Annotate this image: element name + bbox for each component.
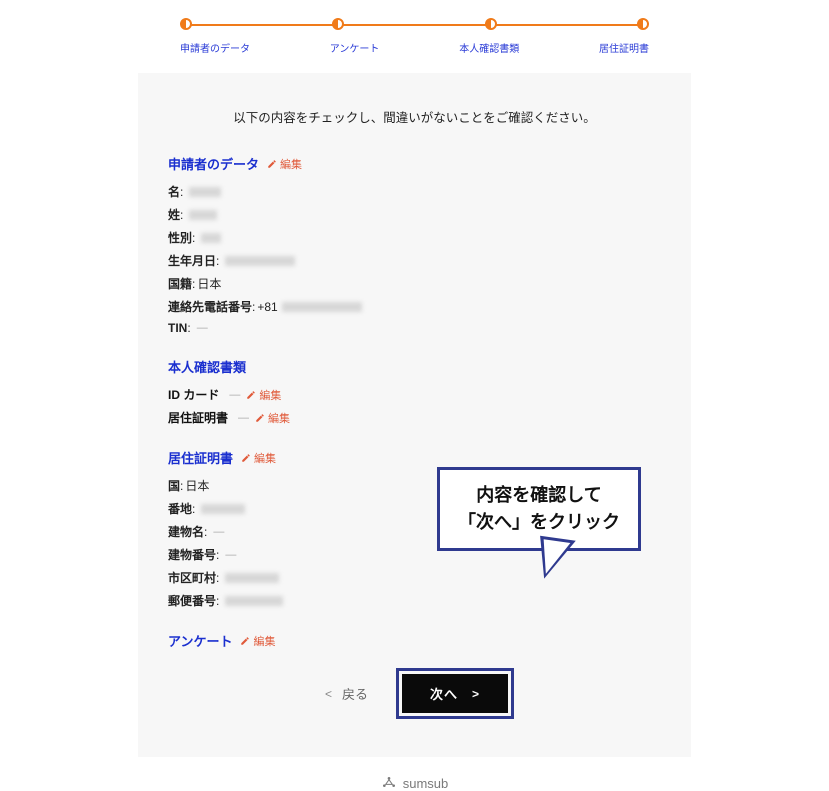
step-label-4: 居住証明書	[599, 40, 649, 55]
phone-prefix: +81	[257, 300, 277, 314]
callout-arrow	[534, 536, 575, 583]
pencil-icon	[255, 413, 265, 423]
identity-section: 本人確認書類 ID カード — 編集 居住証明書 — 編集	[168, 357, 661, 426]
next-button[interactable]: 次へ >	[402, 674, 508, 713]
applicant-title: 申請者のデータ	[168, 154, 259, 173]
name-label: 名	[168, 183, 180, 200]
tin-label: TIN	[168, 321, 187, 335]
pencil-icon	[241, 453, 251, 463]
button-row: < 戻る 次へ >	[168, 668, 661, 719]
step-dot-4	[637, 18, 649, 30]
callout-line1: 内容を確認して	[458, 482, 620, 509]
progress-stepper: 申請者のデータ アンケート 本人確認書類 居住証明書	[0, 0, 829, 55]
country-label: 国	[168, 477, 180, 494]
next-label: 次へ	[430, 684, 458, 703]
edit-id-card-button[interactable]: 編集	[246, 387, 281, 403]
phone-value-redacted	[282, 302, 362, 312]
step-dot-3	[485, 18, 497, 30]
name-value-redacted	[189, 187, 221, 197]
nationality-value: 日本	[197, 275, 221, 292]
next-highlight-frame: 次へ >	[396, 668, 514, 719]
step-label-3: 本人確認書類	[459, 40, 519, 55]
surname-value-redacted	[189, 210, 217, 220]
city-label: 市区町村	[168, 569, 216, 586]
building-name-label: 建物名	[168, 523, 204, 540]
chevron-left-icon: <	[325, 687, 332, 701]
back-button[interactable]: < 戻る	[315, 676, 378, 711]
step-dot-2	[332, 18, 344, 30]
step-label-1: 申請者のデータ	[180, 40, 250, 55]
edit-residence-button[interactable]: 編集	[241, 450, 276, 466]
review-panel: 以下の内容をチェックし、間違いがないことをご確認ください。 申請者のデータ 編集…	[138, 73, 691, 757]
country-value: 日本	[185, 477, 209, 494]
edit-applicant-button[interactable]: 編集	[267, 156, 302, 172]
city-value-redacted	[225, 573, 279, 583]
step-dot-1	[180, 18, 192, 30]
nationality-label: 国籍	[168, 275, 192, 292]
surname-label: 姓	[168, 206, 180, 223]
survey-title: アンケート	[168, 631, 232, 650]
edit-label: 編集	[253, 633, 275, 649]
edit-residence-proof-button[interactable]: 編集	[255, 410, 290, 426]
chevron-right-icon: >	[472, 687, 480, 701]
gender-label: 性別	[168, 229, 192, 246]
applicant-section: 申請者のデータ 編集 名: 姓: 性別: 生年月日: 国籍: 日本 連絡先電話番…	[168, 154, 661, 335]
edit-label: 編集	[268, 410, 290, 426]
phone-label: 連絡先電話番号	[168, 298, 252, 315]
edit-label: 編集	[259, 387, 281, 403]
street-label: 番地	[168, 500, 192, 517]
pencil-icon	[246, 390, 256, 400]
id-card-label: ID カード	[168, 386, 219, 403]
identity-title: 本人確認書類	[168, 357, 246, 376]
intro-text: 以下の内容をチェックし、間違いがないことをご確認ください。	[168, 107, 661, 126]
postal-value-redacted	[225, 596, 283, 606]
edit-label: 編集	[280, 156, 302, 172]
pencil-icon	[240, 636, 250, 646]
callout-line2: 「次へ」をクリック	[458, 509, 620, 536]
gender-value-redacted	[201, 233, 221, 243]
street-value-redacted	[201, 504, 245, 514]
edit-label: 編集	[254, 450, 276, 466]
survey-section: アンケート 編集	[168, 631, 661, 650]
footer-brand: sumsub	[0, 775, 829, 791]
step-label-2: アンケート	[330, 40, 380, 55]
sumsub-logo-icon	[381, 775, 397, 791]
building-no-label: 建物番号	[168, 546, 216, 563]
dob-value-redacted	[225, 256, 295, 266]
edit-survey-button[interactable]: 編集	[240, 633, 275, 649]
back-label: 戻る	[342, 684, 368, 703]
pencil-icon	[267, 159, 277, 169]
footer-brand-text: sumsub	[403, 776, 449, 791]
dob-label: 生年月日	[168, 252, 216, 269]
postal-label: 郵便番号	[168, 592, 216, 609]
residence-title: 居住証明書	[168, 448, 233, 467]
tin-value: —	[197, 322, 208, 334]
residence-proof-sub-label: 居住証明書	[168, 409, 228, 426]
